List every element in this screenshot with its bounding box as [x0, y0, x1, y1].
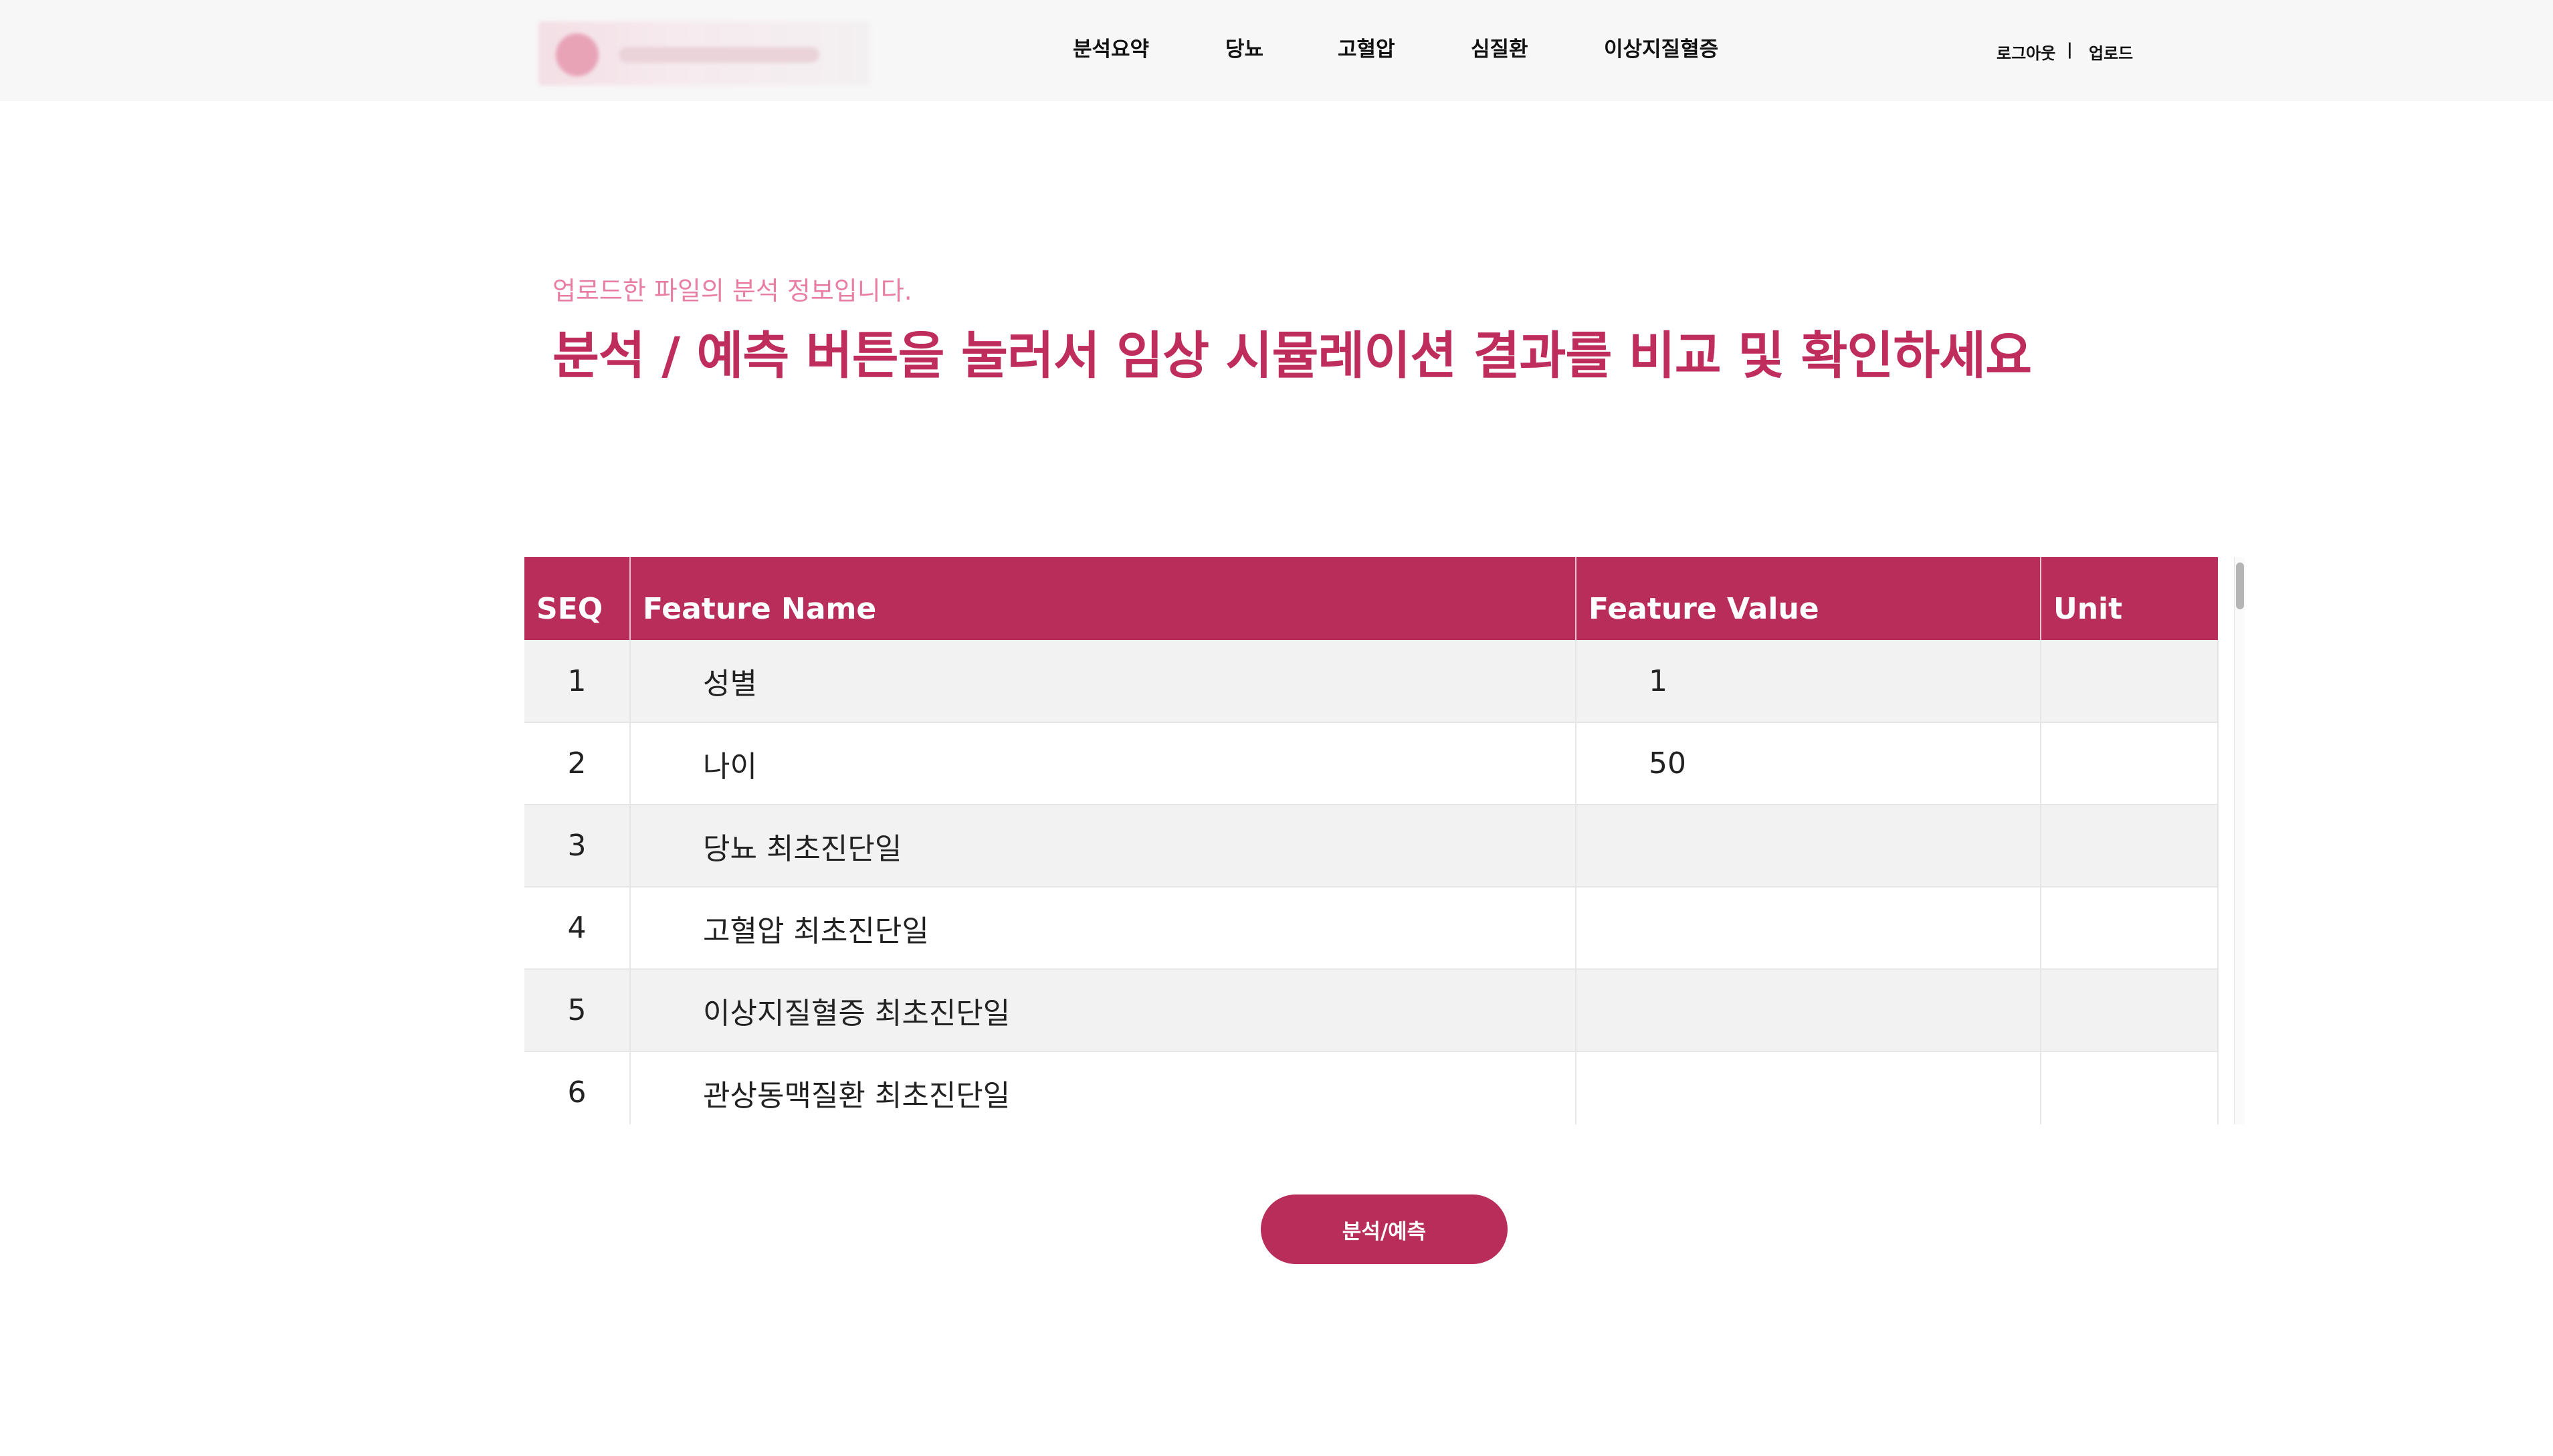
unit-cell [2041, 887, 2219, 970]
page-title: 분석 / 예측 버튼을 눌러서 임상 시뮬레이션 결과를 비교 및 확인하세요 [552, 326, 2032, 385]
logo[interactable] [538, 21, 870, 86]
feature-name-cell: 나이 [630, 722, 1576, 805]
nav-item-dyslipidemia[interactable]: 이상지질혈증 [1604, 32, 1718, 66]
logo-mark-icon [556, 33, 599, 76]
table-header-row: SEQ Feature Name Feature Value Unit [524, 557, 2218, 640]
feature-value-cell [1576, 1051, 2041, 1124]
unit-cell [2041, 969, 2219, 1052]
unit-cell [2041, 640, 2219, 723]
table-row: 4 고혈압 최초진단일 [524, 887, 2219, 970]
seq-cell: 3 [524, 805, 631, 888]
table-row: 3 당뇨 최초진단일 [524, 805, 2219, 888]
feature-value-cell: 50 [1576, 722, 2041, 805]
seq-cell: 6 [524, 1051, 631, 1124]
column-header-seq: SEQ [524, 557, 631, 640]
upload-link[interactable]: 업로드 [2089, 40, 2133, 63]
top-navigation-bar: 분석요약 당뇨 고혈압 심질환 이상지질혈증 로그아웃 | 업로드 [0, 0, 2553, 101]
table-row: 6 관상동맥질환 최초진단일 [524, 1051, 2219, 1124]
analyze-predict-button[interactable]: 분석/예측 [1261, 1194, 1508, 1264]
seq-cell: 2 [524, 722, 631, 805]
unit-cell [2041, 722, 2219, 805]
feature-table: SEQ Feature Name Feature Value Unit 1 성별… [524, 557, 2219, 1124]
feature-name-cell: 성별 [630, 640, 1576, 723]
seq-cell: 1 [524, 640, 631, 723]
feature-name-cell: 당뇨 최초진단일 [630, 805, 1576, 888]
table-row: 5 이상지질혈증 최초진단일 [524, 969, 2219, 1052]
logo-wordmark [619, 47, 819, 63]
table-row: 2 나이 50 [524, 722, 2219, 805]
feature-name-cell: 관상동맥질환 최초진단일 [630, 1051, 1576, 1124]
auth-separator: | [2067, 40, 2073, 59]
feature-value-cell [1576, 805, 2041, 888]
unit-cell [2041, 805, 2219, 888]
seq-cell: 4 [524, 887, 631, 970]
table-row: 1 성별 1 [524, 640, 2219, 723]
nav-item-summary[interactable]: 분석요약 [1073, 32, 1149, 66]
feature-table-container[interactable]: SEQ Feature Name Feature Value Unit 1 성별… [524, 557, 2245, 1124]
nav-item-hypertension[interactable]: 고혈압 [1338, 32, 1395, 66]
unit-cell [2041, 1051, 2219, 1124]
column-header-unit: Unit [2041, 557, 2218, 640]
feature-name-cell: 이상지질혈증 최초진단일 [630, 969, 1576, 1052]
nav-item-diabetes[interactable]: 당뇨 [1225, 32, 1263, 66]
feature-value-cell [1576, 969, 2041, 1052]
nav-item-heart-disease[interactable]: 심질환 [1471, 32, 1528, 66]
scrollbar-thumb[interactable] [2236, 562, 2244, 609]
logout-link[interactable]: 로그아웃 [1997, 40, 2055, 63]
page-subtitle: 업로드한 파일의 분석 정보입니다. [552, 276, 912, 306]
seq-cell: 5 [524, 969, 631, 1052]
feature-value-cell [1576, 887, 2041, 970]
feature-name-cell: 고혈압 최초진단일 [630, 887, 1576, 970]
column-header-feature-value: Feature Value [1576, 557, 2041, 640]
table-scrollbar[interactable] [2234, 557, 2245, 1124]
feature-value-cell: 1 [1576, 640, 2041, 723]
column-header-feature-name: Feature Name [630, 557, 1576, 640]
